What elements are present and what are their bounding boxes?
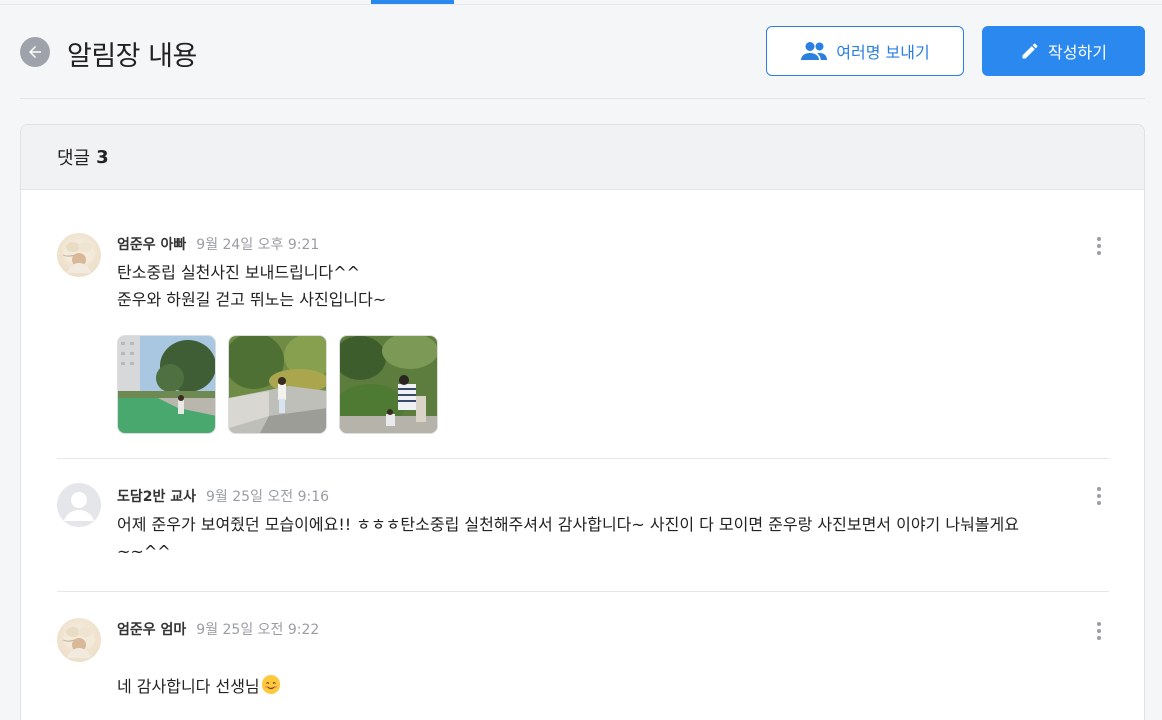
comments-label: 댓글 — [57, 148, 91, 169]
photo-thumbnail[interactable] — [339, 335, 438, 434]
comments-header: 댓글 3 — [21, 125, 1144, 190]
avatar-image — [62, 627, 95, 658]
default-avatar-icon — [57, 483, 101, 527]
more-options-button[interactable] — [1089, 235, 1109, 257]
multi-send-button[interactable]: 여러명 보내기 — [766, 26, 964, 76]
more-options-button[interactable] — [1089, 485, 1109, 507]
write-button[interactable]: 작성하기 — [982, 26, 1145, 76]
pencil-icon — [1022, 43, 1038, 59]
comment-text: 탄소중립 실천사진 보내드립니다^^ 준우와 하원길 걷고 뛰노는 사진입니다~ — [117, 263, 387, 309]
comment-text: 네 감사합니다 선생님 — [117, 677, 260, 696]
comments-card: 댓글 3 엄준우 아빠 9월 24일 오후 9:21 탄소중립 실천사진 보내드… — [20, 124, 1145, 720]
comment-text: 어제 준우가 보여줬던 모습이에요!! ㅎㅎㅎ탄소중립 실천해주셔서 감사합니다… — [117, 515, 1019, 561]
people-icon — [801, 42, 828, 60]
more-options-button[interactable] — [1089, 620, 1109, 642]
back-button[interactable] — [20, 37, 50, 67]
comment-time: 9월 24일 오후 9:21 — [196, 237, 320, 253]
photo-image — [340, 336, 437, 433]
photo-image — [118, 336, 215, 433]
top-divider — [0, 4, 1162, 5]
comment-time: 9월 25일 오전 9:22 — [196, 622, 320, 638]
avatar-image — [62, 242, 95, 273]
photo-thumbnail[interactable] — [117, 335, 216, 434]
comment-item: 도담2반 교사 9월 25일 오전 9:16 어제 준우가 보여줬던 모습이에요… — [57, 483, 1109, 573]
comment-meta: 도담2반 교사 9월 25일 오전 9:16 — [117, 486, 329, 506]
comment-item: 엄준우 아빠 9월 24일 오후 9:21 탄소중립 실천사진 보내드립니다^^… — [57, 233, 1109, 434]
write-label: 작성하기 — [1048, 43, 1107, 62]
comment-meta: 엄준우 엄마 9월 25일 오전 9:22 — [117, 619, 319, 639]
photo-attachments — [117, 335, 438, 434]
multi-send-label: 여러명 보내기 — [836, 43, 930, 62]
more-vertical-icon — [1097, 487, 1101, 505]
photo-image — [229, 336, 326, 433]
avatar[interactable] — [57, 483, 101, 527]
comment-text-row: 네 감사합니다 선생님 — [117, 646, 280, 700]
photo-thumbnail[interactable] — [228, 335, 327, 434]
comment-divider — [57, 591, 1109, 592]
page-header: 알림장 내용 여러명 보내기 작성하기 — [20, 26, 1145, 76]
comment-divider — [57, 458, 1109, 459]
header-divider — [20, 98, 1145, 99]
more-vertical-icon — [1097, 237, 1101, 255]
page-title: 알림장 내용 — [67, 41, 197, 72]
avatar[interactable] — [57, 618, 101, 662]
more-vertical-icon — [1097, 622, 1101, 640]
smiling-face-emoji-icon — [261, 675, 280, 694]
avatar[interactable] — [57, 233, 101, 277]
comment-author: 엄준우 아빠 — [117, 237, 187, 253]
comment-time: 9월 25일 오전 9:16 — [206, 489, 330, 505]
comment-item: 엄준우 엄마 9월 25일 오전 9:22 네 감사합니다 선생님 — [57, 618, 1109, 696]
comments-count: 3 — [96, 146, 109, 168]
arrow-left-icon — [29, 46, 41, 58]
comment-meta: 엄준우 아빠 9월 24일 오후 9:21 — [117, 234, 319, 254]
comment-author: 엄준우 엄마 — [117, 622, 187, 638]
comment-author: 도담2반 교사 — [117, 489, 197, 505]
